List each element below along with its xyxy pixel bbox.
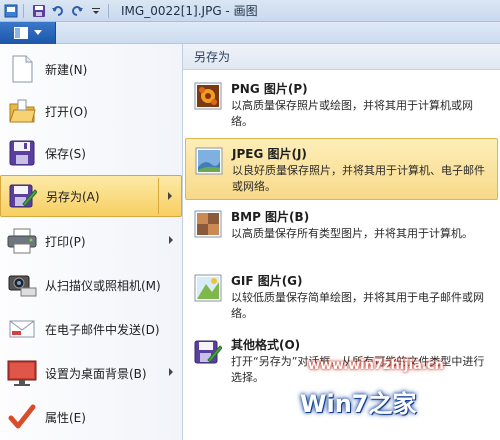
other-formats-icon (194, 338, 223, 366)
scanner-icon (7, 270, 37, 300)
submenu-header: 另存为 (183, 44, 500, 70)
checkmark-icon (7, 402, 37, 432)
format-title: GIF 图片(G) (231, 274, 303, 288)
menu-item-label: 另存为(A) (46, 189, 100, 204)
save-as-png[interactable]: PNG 图片(P) 以高质量保存照片或绘图，并将其用于计算机或网络。 (185, 74, 498, 136)
save-quick-icon[interactable] (31, 3, 47, 19)
menu-item-save[interactable]: 保存(S) (0, 132, 182, 174)
open-folder-icon (7, 96, 37, 126)
save-as-jpeg[interactable]: JPEG 图片(J) 以良好质量保存照片，并将其用于计算机、电子邮件或网络。 (185, 138, 498, 200)
submenu-split-divider (158, 178, 159, 214)
title-separator (108, 3, 109, 18)
submenu-arrow-icon[interactable] (169, 368, 173, 376)
format-description: 以较低质量保存简单绘图，并将其用于电子邮件或网络。 (231, 291, 484, 320)
app-icon (3, 3, 19, 19)
menu-item-label: 打开(O) (45, 104, 88, 119)
chevron-down-icon (33, 30, 42, 35)
watermark-logo-text: Win7之家 (300, 390, 417, 418)
jpeg-image-icon (195, 147, 223, 175)
bmp-image-icon (194, 210, 222, 238)
email-icon (7, 314, 37, 344)
printer-icon (7, 226, 37, 256)
redo-icon[interactable] (69, 3, 85, 19)
menu-item-open[interactable]: 打开(O) (0, 90, 182, 132)
undo-icon[interactable] (50, 3, 66, 19)
quick-access-separator (23, 3, 24, 18)
menu-item-label: 打印(P) (45, 234, 86, 249)
submenu-arrow-icon (168, 192, 172, 200)
save-as-bmp[interactable]: BMP 图片(B) 以高质量保存所有类型图片，并将其用于计算机。 (185, 202, 498, 264)
menu-item-from-scanner[interactable]: 从扫描仪或照相机(M) (0, 264, 182, 306)
format-title: PNG 图片(P) (231, 82, 308, 96)
menu-item-label: 新建(N) (45, 62, 88, 77)
menu-item-label: 设置为桌面背景(B) (45, 366, 147, 381)
menu-item-print[interactable]: 打印(P) (0, 220, 182, 262)
menu-item-new[interactable]: 新建(N) (0, 48, 182, 90)
paint-menu-icon (13, 27, 28, 39)
format-title: JPEG 图片(J) (232, 147, 307, 161)
customize-quick-access-icon[interactable] (88, 3, 104, 19)
menu-item-label: 属性(E) (45, 410, 86, 425)
format-description: 以高质量保存照片或绘图，并将其用于计算机或网络。 (231, 99, 473, 128)
menu-item-send-email[interactable]: 在电子邮件中发送(D) (0, 308, 182, 350)
menu-item-label: 从扫描仪或照相机(M) (45, 278, 161, 293)
submenu-arrow-icon[interactable] (169, 236, 173, 244)
new-file-icon (7, 54, 37, 84)
gif-image-icon (194, 274, 222, 302)
format-description: 以良好质量保存照片，并将其用于计算机、电子邮件或网络。 (232, 164, 485, 193)
watermark-url: www.win7zhijia.cn (308, 358, 444, 373)
save-as-gif[interactable]: GIF 图片(G) 以较低质量保存简单绘图，并将其用于电子邮件或网络。 (185, 266, 498, 328)
title-bar: IMG_0022[1].JPG - 画图 (0, 0, 500, 22)
format-title: 其他格式(O) (231, 338, 301, 352)
save-as-icon (8, 181, 38, 211)
menu-item-set-desktop-background[interactable]: 设置为桌面背景(B) (0, 352, 182, 394)
format-title: BMP 图片(B) (231, 210, 310, 224)
menu-item-save-as[interactable]: 另存为(A) (0, 175, 182, 217)
window-title: IMG_0022[1].JPG - 画图 (121, 4, 258, 18)
desktop-icon (7, 358, 37, 388)
menu-item-label: 在电子邮件中发送(D) (45, 322, 160, 337)
menu-item-properties[interactable]: 属性(E) (0, 396, 182, 438)
menu-item-label: 保存(S) (45, 146, 86, 161)
paint-menu-button[interactable] (0, 22, 56, 44)
site-watermark: www.win7zhijia.cn Win7之家 (300, 354, 496, 434)
png-image-icon (194, 82, 222, 110)
file-menu: 新建(N) 打开(O) 保存(S) 另存为(A) 打印(P) 从扫描仪或照相机(… (0, 44, 183, 440)
format-description: 以高质量保存所有类型图片，并将其用于计算机。 (231, 227, 473, 240)
menu-strip (0, 22, 500, 44)
save-disk-icon (7, 138, 37, 168)
